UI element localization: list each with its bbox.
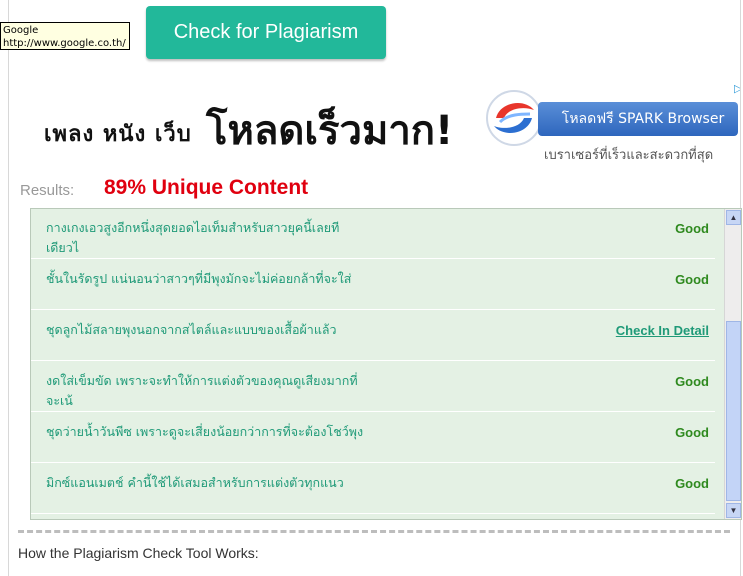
- result-status: Good: [675, 425, 709, 440]
- result-row: กางเกงเอวสูงอีกหนึ่งสุดยอดไอเท็มสำหรับสา…: [31, 209, 715, 259]
- how-it-works-heading: How the Plagiarism Check Tool Works:: [18, 545, 259, 561]
- ad-headline-small: เพลง หนัง เว็บ: [44, 122, 192, 147]
- result-row: ชั้นในรัดรูป แน่นอนว่าสาวๆที่มีพุงมักจะไ…: [31, 260, 715, 310]
- check-plagiarism-button[interactable]: Check for Plagiarism: [146, 6, 386, 59]
- result-sentence: ชุดว่ายน้ำวันพีซ เพราะดูจะเสี่ยงน้อยกว่า…: [46, 424, 364, 439]
- ad-headline-big: โหลดเร็วมาก!: [206, 108, 454, 154]
- result-status: Good: [675, 272, 709, 287]
- results-scrollbar[interactable]: ▲ ▼: [724, 209, 741, 519]
- ad-subtext: เบราเซอร์ที่เร็วและสะดวกที่สุด: [544, 148, 714, 163]
- result-sentence: มิกซ์แอนเมตช์ คำนี้ใช้ได้เสมอสำหรับการแต…: [46, 475, 344, 490]
- results-list[interactable]: กางเกงเอวสูงอีกหนึ่งสุดยอดไอเท็มสำหรับสา…: [30, 208, 742, 520]
- results-label: Results:: [20, 182, 75, 199]
- result-row: มิกซ์แอนเมตช์ คำนี้ใช้ได้เสมอสำหรับการแต…: [31, 464, 715, 514]
- scroll-up-arrow-icon[interactable]: ▲: [726, 210, 741, 225]
- check-in-detail-link[interactable]: Check In Detail: [616, 323, 709, 338]
- advertisement-banner[interactable]: เพลง หนัง เว็บ โหลดเร็วมาก! โหลดฟรี SPAR…: [18, 78, 740, 178]
- result-status: Good: [675, 221, 709, 236]
- result-sentence: งดใส่เข็มขัด เพราะจะทำให้การแต่งตัวของคุ…: [46, 373, 358, 408]
- result-row: งดใส่เข็มขัด เพราะจะทำให้การแต่งตัวของคุ…: [31, 362, 715, 412]
- result-row: ชุดลูกไม้สลายพุงนอกจากสไตล์และแบบของเสื้…: [31, 311, 715, 361]
- result-sentence: ชุดลูกไม้สลายพุงนอกจากสไตล์และแบบของเสื้…: [46, 322, 337, 337]
- unique-content-score: 89% Unique Content: [104, 176, 309, 199]
- section-divider: [18, 530, 730, 533]
- scrollbar-thumb[interactable]: [726, 321, 741, 501]
- result-sentence: กางเกงเอวสูงอีกหนึ่งสุดยอดไอเท็มสำหรับสา…: [46, 220, 340, 255]
- ad-choices-icon[interactable]: ▷: [734, 82, 740, 95]
- tooltip-url: http://www.google.co.th/: [3, 38, 126, 49]
- ad-download-button[interactable]: โหลดฟรี SPARK Browser: [538, 102, 738, 136]
- spark-browser-logo-icon: [486, 90, 542, 146]
- left-page-border: [8, 0, 9, 576]
- scroll-down-arrow-icon[interactable]: ▼: [726, 503, 741, 518]
- result-sentence: ชั้นในรัดรูป แน่นอนว่าสาวๆที่มีพุงมักจะไ…: [46, 271, 352, 286]
- tooltip-title: Google: [3, 25, 39, 36]
- result-status: Good: [675, 476, 709, 491]
- link-tooltip: Google http://www.google.co.th/: [0, 22, 130, 50]
- result-row: ชุดว่ายน้ำวันพีซ เพราะดูจะเสี่ยงน้อยกว่า…: [31, 413, 715, 463]
- result-status: Good: [675, 374, 709, 389]
